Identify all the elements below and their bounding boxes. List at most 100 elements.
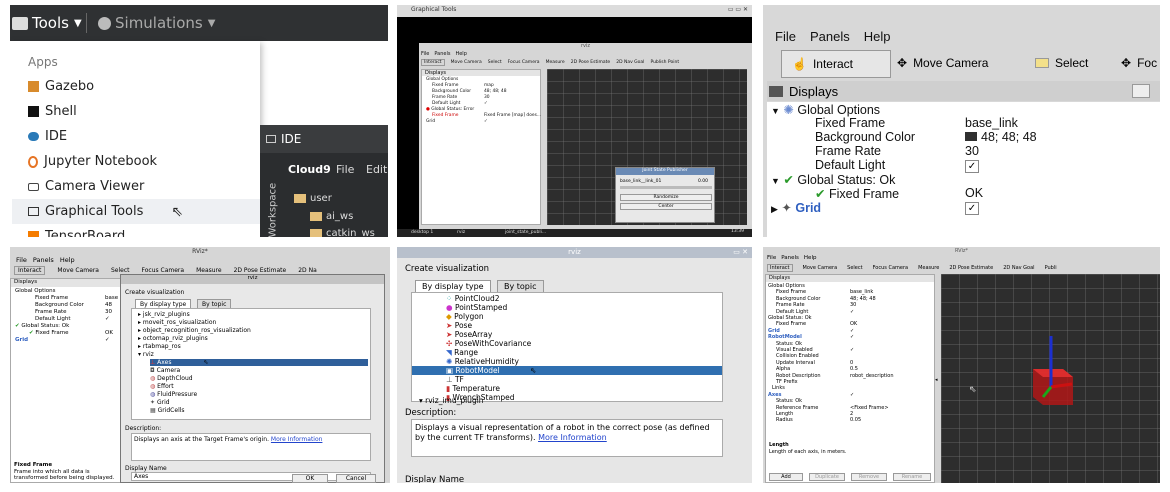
menu-item-gazebo[interactable]: Gazebo [28, 79, 94, 94]
checkbox[interactable]: ✓ [965, 200, 979, 215]
tree-row[interactable]: Update Interval [776, 360, 815, 366]
workspace-tab[interactable]: Workspace [268, 176, 279, 237]
menu-panels[interactable]: Panels [781, 255, 799, 261]
tree-row[interactable]: Fixed Frame [432, 83, 458, 88]
taskbar-jsp[interactable]: joint_state_publi... [505, 230, 546, 235]
list-item-rviz-imu-plugin[interactable]: ▾ rviz_imu_plugin [419, 396, 484, 405]
list-item[interactable]: ▸ jsk_rviz_plugins [138, 311, 190, 318]
tree-row[interactable]: Frame Rate [432, 95, 457, 100]
list-item[interactable]: ◘ Camera [150, 367, 180, 374]
tool-2d-pose[interactable]: 2D Pose Estimate [571, 60, 611, 65]
menu-item-shell[interactable]: Shell [28, 104, 77, 119]
list-item[interactable]: ◍ Effort [150, 383, 174, 390]
cancel-button[interactable]: Cancel [336, 474, 376, 483]
tool-2d-nav[interactable]: 2D Na [298, 267, 317, 274]
rename-button[interactable]: Rename [893, 473, 931, 481]
menu-item-tensorboard[interactable]: TensorBoard [28, 229, 125, 237]
list-item[interactable]: ➤ Pose [446, 321, 472, 330]
tool-interact[interactable]: Interact [14, 266, 46, 275]
tree-row-default-light[interactable]: Default Light [815, 158, 885, 172]
tree-row[interactable]: TF Prefix [776, 379, 798, 385]
edit-menu[interactable]: Edit [366, 163, 387, 176]
list-item[interactable]: ✣ PoseWithCovariance [446, 339, 531, 348]
tree-row[interactable]: Frame Rate [776, 302, 805, 308]
list-item[interactable]: ◆ Polygon [446, 312, 484, 321]
tree-row[interactable]: Background Color [776, 296, 820, 302]
tab-by-topic[interactable]: By topic [497, 280, 544, 292]
menu-file[interactable]: File [767, 255, 776, 261]
add-button[interactable]: Add [769, 473, 803, 481]
tree-row[interactable]: Alpha [776, 366, 790, 372]
list-item[interactable]: ⊥ TF [446, 375, 464, 384]
tool-focus-camera[interactable]: Focus Camera [141, 267, 184, 274]
tool-publish-point[interactable]: Publish Point [650, 60, 679, 65]
tree-row[interactable]: Background Color [35, 302, 84, 308]
tree-row[interactable]: Visual Enabled [776, 347, 813, 353]
tree-row[interactable]: Fixed Frame [35, 295, 68, 301]
file-menu[interactable]: File [336, 163, 354, 176]
list-item[interactable]: ▸ octomap_rviz_plugins [138, 335, 208, 342]
list-item[interactable]: ◍ DepthCloud [150, 375, 193, 382]
checkbox[interactable]: ✓ [965, 158, 979, 173]
display-type-list[interactable]: ▸ jsk_rviz_plugins ▸ moveit_ros_visualiz… [131, 308, 371, 420]
tree-row-error[interactable]: ● Global Status: Error [426, 107, 474, 112]
tool-2d-nav[interactable]: 2D Nav Goal [616, 60, 644, 65]
tool-2d-pose[interactable]: 2D Pose Estimate [949, 265, 993, 271]
tree-row[interactable]: Background Color [432, 89, 471, 94]
tool-select[interactable]: Select [111, 267, 130, 274]
list-item[interactable]: ✦ Grid [150, 399, 170, 406]
tool-focus-camera[interactable]: Focus Camera [873, 265, 909, 271]
list-item[interactable]: ➤ PoseArray [446, 330, 492, 339]
list-item[interactable]: ▸ rtabmap_ros [138, 343, 181, 350]
tree-row[interactable]: RobotModel [768, 334, 802, 340]
jsp-slider[interactable] [620, 186, 712, 189]
tree-row[interactable]: Fixed Frame [776, 289, 806, 295]
list-item[interactable]: ◍ FluidPressure [150, 391, 197, 398]
tree-row[interactable]: Axes [768, 392, 781, 398]
tool-move-camera[interactable]: Move Camera [57, 267, 99, 274]
tool-measure[interactable]: Measure [918, 265, 939, 271]
tree-row-fixed-frame[interactable]: Fixed Frame [815, 116, 885, 130]
list-item[interactable]: ✺ RelativeHumidity [446, 357, 519, 366]
tool-2d-nav[interactable]: 2D Nav Goal [1003, 265, 1034, 271]
tree-row[interactable]: ✔ Global Status: Ok [15, 323, 69, 329]
tree-row[interactable]: Fixed Frame [776, 321, 806, 327]
tree-row-frame-rate[interactable]: Frame Rate [815, 144, 881, 158]
folder-user[interactable]: user [294, 193, 332, 204]
tree-row[interactable]: Global Options [768, 283, 805, 289]
tree-row-global-options[interactable]: ▼ ✺ Global Options [771, 102, 880, 117]
list-item[interactable]: ▦ GridCells [150, 407, 185, 414]
menu-help[interactable]: Help [804, 255, 817, 261]
tool-move-camera[interactable]: Move Camera [803, 265, 838, 271]
tool-measure[interactable]: Measure [196, 267, 222, 274]
tree-row[interactable]: Global Options [426, 77, 458, 82]
tree-row[interactable]: Grid [15, 337, 28, 343]
tree-row[interactable]: Frame Rate [35, 309, 67, 315]
tool-interact[interactable]: Interact [767, 263, 793, 272]
tool-select[interactable]: Select [1035, 56, 1088, 70]
list-item[interactable]: ▸ object_recognition_ros_visualization [138, 327, 251, 334]
tool-interact[interactable]: ☝ Interact [781, 50, 891, 78]
folder-ai-ws[interactable]: ai_ws [310, 211, 353, 222]
tree-row[interactable]: Links [772, 385, 785, 391]
tool-select[interactable]: Select [488, 60, 502, 65]
panel-close-box[interactable] [1132, 84, 1150, 98]
list-item[interactable]: ⁘ PointCloud2 [446, 294, 500, 303]
remove-button[interactable]: Remove [851, 473, 887, 481]
tool-2d-pose[interactable]: 2D Pose Estimate [234, 267, 287, 274]
tree-row-grid[interactable]: ▶ ✦ Grid [771, 200, 821, 215]
tool-interact[interactable]: Interact [421, 59, 445, 66]
cloud9-label[interactable]: Cloud9 [288, 163, 331, 176]
display-name-input[interactable]: Axes [131, 472, 371, 481]
tool-move-camera[interactable]: ✥ Move Camera [897, 56, 988, 70]
window-controls[interactable]: ▭ ✕ [733, 248, 748, 256]
more-information-link[interactable]: More Information [271, 436, 323, 443]
tree-row[interactable]: ✔ Fixed Frame [29, 330, 69, 336]
tree-row[interactable]: Default Light [776, 309, 808, 315]
menu-item-graphical-tools[interactable]: Graphical Tools ⇖ [12, 199, 260, 224]
list-item[interactable]: ◥ Range [446, 348, 478, 357]
ok-button[interactable]: OK [292, 474, 328, 483]
tree-row[interactable]: Collision Enabled [776, 353, 819, 359]
tools-menu-button[interactable]: Tools ▼ [12, 12, 82, 34]
taskbar-rviz[interactable]: rviz [457, 230, 465, 235]
